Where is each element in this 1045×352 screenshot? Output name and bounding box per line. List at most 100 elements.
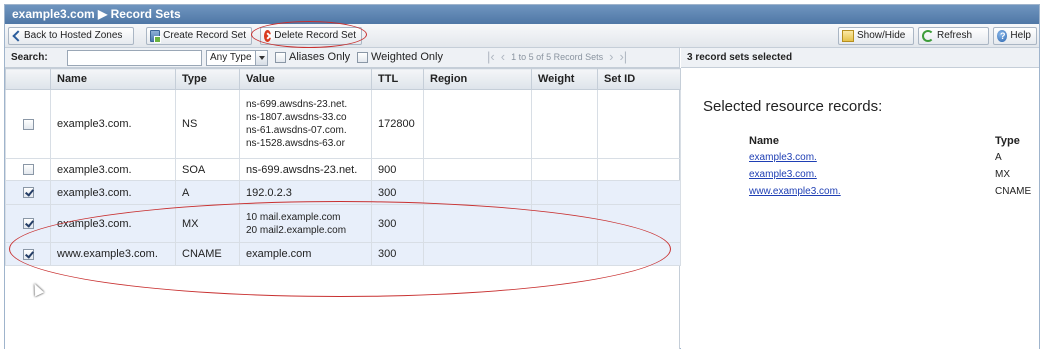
row-weight xyxy=(531,89,598,159)
row-ttl: 300 xyxy=(371,204,424,243)
column-header-select xyxy=(5,68,51,90)
column-header-region[interactable]: Region xyxy=(423,68,532,90)
delete-button-label: Delete Record Set xyxy=(274,30,356,41)
back-button-label: Back to Hosted Zones xyxy=(24,30,123,41)
chevron-down-icon xyxy=(255,51,267,65)
create-record-icon xyxy=(150,30,162,43)
row-region xyxy=(423,89,532,159)
row-value: 10 mail.example.com 20 mail2.example.com xyxy=(239,204,372,243)
table-row[interactable]: example3.com. SOA ns-699.awsdns-23.net. … xyxy=(5,158,681,181)
value-line: 20 mail2.example.com xyxy=(246,224,347,236)
row-weight xyxy=(531,204,598,243)
help-button-label: Help xyxy=(1010,30,1031,41)
aliases-only-filter[interactable]: Aliases Only xyxy=(275,51,350,63)
type-filter-value: Any Type xyxy=(210,52,252,63)
refresh-button-label: Refresh xyxy=(937,30,973,41)
row-name: example3.com. xyxy=(50,180,176,205)
row-value: 192.0.2.3 xyxy=(239,180,372,205)
value-line: ns-1528.awsdns-63.or xyxy=(246,138,345,149)
column-header-value[interactable]: Value xyxy=(239,68,372,90)
weighted-only-label: Weighted Only xyxy=(371,51,443,63)
row-ttl: 300 xyxy=(371,242,424,266)
selection-count-header: 3 record sets selected xyxy=(681,48,1039,68)
row-weight xyxy=(531,180,598,205)
page-title: example3.com ▶ Record Sets xyxy=(5,5,1039,24)
row-checkbox[interactable] xyxy=(22,164,34,176)
row-name: example3.com. xyxy=(50,89,176,159)
refresh-button[interactable]: Refresh xyxy=(918,27,989,45)
selected-record-link[interactable]: www.example3.com. xyxy=(749,186,841,197)
value-line: ns-61.awsdns-07.com. xyxy=(246,125,347,136)
toolbar: Back to Hosted Zones Create Record Set D… xyxy=(5,24,1039,48)
table-header-row: Name Type Value TTL Region Weight Set ID xyxy=(5,68,681,90)
row-value: example.com xyxy=(239,242,372,266)
prev-page-icon[interactable]: ‹ xyxy=(501,50,505,63)
row-region xyxy=(423,204,532,243)
row-region xyxy=(423,242,532,266)
aliases-only-checkbox[interactable] xyxy=(275,51,286,63)
row-type: CNAME xyxy=(175,242,240,266)
create-record-set-button[interactable]: Create Record Set xyxy=(146,27,252,45)
row-type: SOA xyxy=(175,158,240,181)
row-checkbox[interactable] xyxy=(22,248,34,260)
row-value: ns-699.awsdns-23.net. xyxy=(239,158,372,181)
table-row[interactable]: www.example3.com. CNAME example.com 300 xyxy=(5,242,681,266)
row-ttl: 172800 xyxy=(371,89,424,159)
weighted-only-filter[interactable]: Weighted Only xyxy=(357,51,443,63)
selected-records-title: Selected resource records: xyxy=(703,98,883,115)
row-checkbox[interactable] xyxy=(22,118,34,130)
value-line: ns-1807.awsdns-33.co xyxy=(246,112,347,123)
create-button-label: Create Record Set xyxy=(163,30,246,41)
show-hide-button[interactable]: Show/Hide xyxy=(838,27,914,45)
row-ttl: 900 xyxy=(371,158,424,181)
column-header-ttl[interactable]: TTL xyxy=(371,68,424,90)
column-header-name[interactable]: Name xyxy=(50,68,176,90)
pager-text: 1 to 5 of 5 Record Sets xyxy=(511,52,604,62)
row-weight xyxy=(531,158,598,181)
row-checkbox[interactable] xyxy=(22,218,34,230)
help-button[interactable]: Help xyxy=(993,27,1037,45)
row-value: ns-699.awsdns-23.net. ns-1807.awsdns-33.… xyxy=(239,89,372,159)
column-header-set-id[interactable]: Set ID xyxy=(597,68,681,90)
help-icon xyxy=(997,28,1008,44)
table-row[interactable]: example3.com. NS ns-699.awsdns-23.net. n… xyxy=(5,89,681,159)
showhide-button-label: Show/Hide xyxy=(857,30,906,41)
back-arrow-icon xyxy=(12,30,21,42)
selected-record-link[interactable]: example3.com. xyxy=(749,169,817,180)
type-filter-select[interactable]: Any Type xyxy=(206,50,268,66)
table-row[interactable]: example3.com. A 192.0.2.3 300 xyxy=(5,180,681,205)
row-region xyxy=(423,158,532,181)
value-line: ns-699.awsdns-23.net. xyxy=(246,99,348,110)
first-page-icon[interactable]: |‹ xyxy=(487,50,495,63)
selected-name-column-header: Name xyxy=(749,135,779,147)
row-set-id xyxy=(597,242,681,266)
row-type: NS xyxy=(175,89,240,159)
column-header-type[interactable]: Type xyxy=(175,68,240,90)
row-ttl: 300 xyxy=(371,180,424,205)
selected-type-column-header: Type xyxy=(995,135,1020,147)
row-type: A xyxy=(175,180,240,205)
delete-record-set-button[interactable]: Delete Record Set xyxy=(260,27,362,45)
aliases-only-label: Aliases Only xyxy=(289,51,351,63)
value-line: 10 mail.example.com xyxy=(246,211,341,223)
row-set-id xyxy=(597,158,681,181)
delete-icon xyxy=(264,30,272,42)
back-to-hosted-zones-button[interactable]: Back to Hosted Zones xyxy=(8,27,134,45)
column-header-weight[interactable]: Weight xyxy=(531,68,598,90)
table-row[interactable]: example3.com. MX 10 mail.example.com 20 … xyxy=(5,204,681,243)
selected-record-type: A xyxy=(995,152,1002,163)
selected-record-type: MX xyxy=(995,169,1010,180)
last-page-icon[interactable]: ›| xyxy=(619,50,627,63)
search-input[interactable] xyxy=(67,50,202,66)
record-sets-table: Name Type Value TTL Region Weight Set ID… xyxy=(5,68,681,266)
showhide-icon xyxy=(842,30,854,42)
row-name: example3.com. xyxy=(50,158,176,181)
next-page-icon[interactable]: › xyxy=(609,50,613,63)
row-name: example3.com. xyxy=(50,204,176,243)
row-checkbox[interactable] xyxy=(22,187,34,199)
pager: |‹ ‹ 1 to 5 of 5 Record Sets › ›| xyxy=(487,50,627,63)
search-label: Search: xyxy=(11,52,48,63)
row-region xyxy=(423,180,532,205)
weighted-only-checkbox[interactable] xyxy=(357,51,368,63)
selected-record-link[interactable]: example3.com. xyxy=(749,152,817,163)
